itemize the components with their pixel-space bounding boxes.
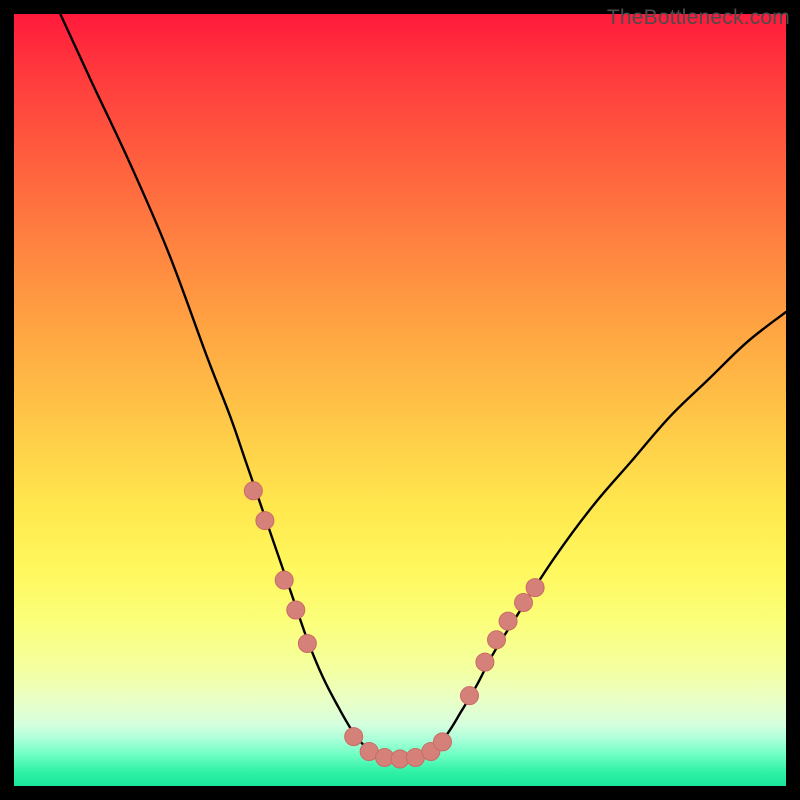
curve-layer [14, 14, 786, 786]
curve-marker [460, 687, 478, 705]
curve-marker [275, 571, 293, 589]
curve-markers [244, 482, 544, 768]
curve-marker [345, 728, 363, 746]
watermark-text: TheBottleneck.com [607, 6, 790, 30]
curve-marker [287, 601, 305, 619]
curve-marker [476, 653, 494, 671]
curve-marker [499, 612, 517, 630]
curve-marker [256, 512, 274, 530]
curve-marker [526, 579, 544, 597]
bottleneck-curve [60, 14, 786, 759]
curve-marker [298, 635, 316, 653]
plot-area [14, 14, 786, 786]
chart-stage: TheBottleneck.com [0, 0, 800, 800]
curve-marker [433, 733, 451, 751]
curve-marker [244, 482, 262, 500]
curve-marker [488, 631, 506, 649]
curve-marker [515, 594, 533, 612]
